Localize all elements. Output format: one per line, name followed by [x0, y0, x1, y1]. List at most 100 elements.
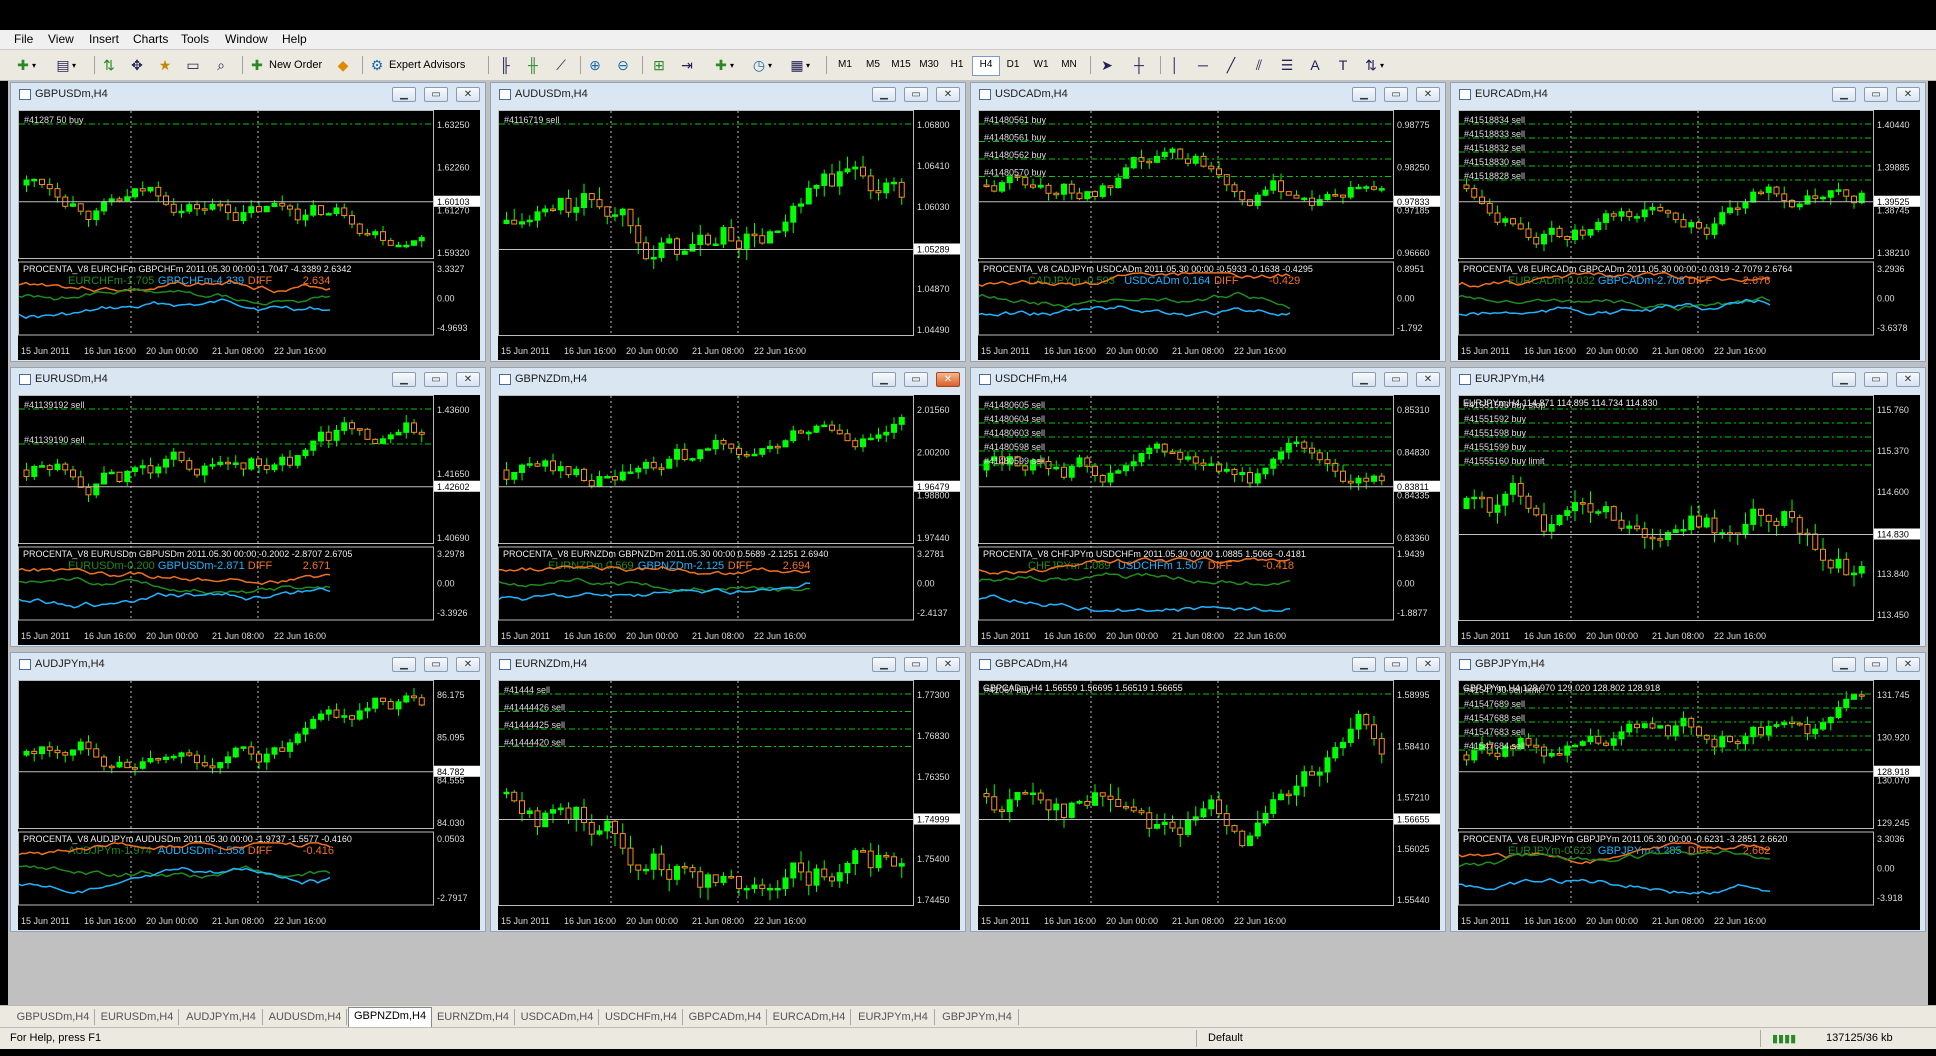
meta-editor-button[interactable]: ◆	[334, 54, 352, 76]
chart-window-titlebar[interactable]: EURJPYm,H4 ▁ ▭ ✕	[1451, 368, 1925, 392]
text-button[interactable]: A	[1306, 54, 1324, 76]
chart-window-titlebar[interactable]: GBPUSDm,H4 ▁ ▭ ✕	[11, 83, 485, 107]
cursor-button[interactable]: ➤	[1098, 54, 1116, 76]
close-button[interactable]: ✕	[1896, 87, 1920, 102]
chart-window[interactable]: EURCADm,H4 ▁ ▭ ✕ #41518834 sell #41518833 sel…	[1450, 82, 1926, 362]
chart-window-titlebar[interactable]: GBPCADm,H4 ▁ ▭ ✕	[971, 653, 1445, 677]
strategy-tester-button[interactable]: ⌕	[212, 54, 230, 76]
timeframe-w1[interactable]: W1	[1028, 56, 1054, 74]
timeframe-mn[interactable]: MN	[1056, 56, 1082, 74]
arrows-button[interactable]: ⇅ ▾	[1362, 54, 1384, 76]
chart-tab[interactable]: EURUSDm,H4	[96, 1009, 179, 1025]
menu-charts[interactable]: Charts	[133, 32, 168, 46]
minimize-button[interactable]: ▁	[1352, 657, 1376, 672]
chart-tab[interactable]: GBPCADm,H4	[684, 1009, 767, 1025]
chart-window[interactable]: GBPCADm,H4 ▁ ▭ ✕ #41067 buy GBPCADm,H4 1.5655…	[970, 652, 1446, 932]
menu-view[interactable]: View	[48, 32, 74, 46]
chart-window-titlebar[interactable]: AUDUSDm,H4 ▁ ▭ ✕	[491, 83, 965, 107]
periods-button[interactable]: ◷ ▾	[750, 54, 772, 76]
maximize-button[interactable]: ▭	[904, 657, 928, 672]
maximize-button[interactable]: ▭	[424, 87, 448, 102]
chart-tab[interactable]: AUDUSDm,H4	[264, 1009, 347, 1025]
menu-window[interactable]: Window	[225, 32, 268, 46]
auto-scroll-button[interactable]: ⇥	[678, 54, 696, 76]
bar-chart-button[interactable]: ╟	[496, 54, 514, 76]
close-button[interactable]: ✕	[936, 87, 960, 102]
close-button[interactable]: ✕	[936, 657, 960, 672]
price-chart[interactable]: #4116719 sell1.068001.064101.060301.0564…	[498, 110, 960, 360]
chart-tab[interactable]: AUDJPYm,H4	[180, 1009, 263, 1025]
maximize-button[interactable]: ▭	[1864, 372, 1888, 387]
data-window-button[interactable]: ✥	[128, 54, 146, 76]
price-chart[interactable]: #41480561 buy #41480561 buy #41480562 buy #…	[978, 110, 1440, 360]
chart-window[interactable]: GBPNZDm,H4 ▁ ▭ ✕ 2.01560 2.00200 1.98800 1.9744…	[490, 367, 966, 647]
minimize-button[interactable]: ▁	[392, 372, 416, 387]
timeframe-m5[interactable]: M5	[860, 56, 886, 74]
trendline-button[interactable]: ╱	[1222, 54, 1240, 76]
close-button[interactable]: ✕	[1416, 87, 1440, 102]
timeframe-d1[interactable]: D1	[1000, 56, 1026, 74]
chart-window-titlebar[interactable]: USDCHFm,H4 ▁ ▭ ✕	[971, 368, 1445, 392]
maximize-button[interactable]: ▭	[904, 87, 928, 102]
timeframe-m15[interactable]: M15	[888, 56, 914, 74]
price-chart[interactable]: 2.01560 2.00200 1.98800 1.97440 1.96479 PROCE…	[498, 395, 960, 645]
maximize-button[interactable]: ▭	[904, 372, 928, 387]
channel-button[interactable]: ⫽	[1250, 54, 1268, 76]
vertical-line-button[interactable]: │	[1166, 54, 1184, 76]
chart-window[interactable]: AUDUSDm,H4 ▁ ▭ ✕ #4116719 sell 1.06800 1.06410…	[490, 82, 966, 362]
zoom-out-button[interactable]: ⊖	[614, 54, 632, 76]
maximize-button[interactable]: ▭	[1384, 372, 1408, 387]
line-chart-button[interactable]: ⟋	[552, 54, 570, 76]
zoom-in-button[interactable]: ⊕	[586, 54, 604, 76]
minimize-button[interactable]: ▁	[1832, 657, 1856, 672]
chart-tab[interactable]: EURNZDm,H4	[432, 1009, 515, 1025]
minimize-button[interactable]: ▁	[1352, 87, 1376, 102]
chart-window-titlebar[interactable]: EURCADm,H4 ▁ ▭ ✕	[1451, 83, 1925, 107]
chart-window[interactable]: GBPJPYm,H4 ▁ ▭ ✕ #41547 90 sell limit #415476…	[1450, 652, 1926, 932]
timeframe-m1[interactable]: M1	[832, 56, 858, 74]
expert-advisors-button[interactable]: ⚙ Expert Advisors	[368, 54, 466, 76]
chart-window[interactable]: GBPUSDm,H4 ▁ ▭ ✕ #41287 50 buy 1.63250 1.62260…	[10, 82, 486, 362]
chart-tab[interactable]: GBPUSDm,H4	[12, 1009, 95, 1025]
profiles-button[interactable]: ▤ ▾	[54, 54, 76, 76]
maximize-button[interactable]: ▭	[424, 372, 448, 387]
chart-window-titlebar[interactable]: EURUSDm,H4 ▁ ▭ ✕	[11, 368, 485, 392]
chart-window-titlebar[interactable]: EURNZDm,H4 ▁ ▭ ✕	[491, 653, 965, 677]
chart-window[interactable]: USDCHFm,H4 ▁ ▭ ✕ #41480605 sell #41480604 sel…	[970, 367, 1446, 647]
chart-window-titlebar[interactable]: USDCADm,H4 ▁ ▭ ✕	[971, 83, 1445, 107]
price-chart[interactable]: #41518834 sell #41518833 sell #41518832 se…	[1458, 110, 1920, 360]
close-button[interactable]: ✕	[1416, 372, 1440, 387]
chart-window[interactable]: AUDJPYm,H4 ▁ ▭ ✕ 86.175 85.095 84.555 84.030 84.…	[10, 652, 486, 932]
minimize-button[interactable]: ▁	[392, 657, 416, 672]
chart-window[interactable]: EURNZDm,H4 ▁ ▭ ✕ #41444 sell #41444426 sell #4…	[490, 652, 966, 932]
menu-help[interactable]: Help	[282, 32, 307, 46]
timeframe-h4[interactable]: H4	[972, 56, 1000, 76]
chart-window[interactable]: USDCADm,H4 ▁ ▭ ✕ #41480561 buy #41480561 buy #…	[970, 82, 1446, 362]
market-watch-button[interactable]: ⇅	[100, 54, 118, 76]
indicators-button[interactable]: ✚ ▾	[712, 54, 734, 76]
maximize-button[interactable]: ▭	[1864, 657, 1888, 672]
fibonacci-button[interactable]: ☰	[1278, 54, 1296, 76]
minimize-button[interactable]: ▁	[872, 372, 896, 387]
menu-insert[interactable]: Insert	[89, 32, 119, 46]
price-chart[interactable]: #41547 90 sell limit#41547689 sell#41547…	[1458, 680, 1920, 930]
maximize-button[interactable]: ▭	[1384, 657, 1408, 672]
price-chart[interactable]: #41139192 sell #41139190 sell 1.43600 1.416…	[18, 395, 480, 645]
close-button[interactable]: ✕	[456, 657, 480, 672]
price-chart[interactable]: 86.175 85.095 84.555 84.030 84.782 PROCENTA_V…	[18, 680, 480, 930]
chart-tab[interactable]: EURJPYm,H4	[852, 1009, 935, 1025]
chart-tab[interactable]: GBPNZDm,H4	[348, 1007, 432, 1028]
maximize-button[interactable]: ▭	[424, 657, 448, 672]
minimize-button[interactable]: ▁	[1352, 372, 1376, 387]
chart-tab[interactable]: GBPJPYm,H4	[936, 1009, 1019, 1025]
text-label-button[interactable]: T	[1334, 54, 1352, 76]
crosshair-button[interactable]: ┼	[1130, 54, 1148, 76]
price-chart[interactable]: #41480605 sell #41480604 sell #41480603 se…	[978, 395, 1440, 645]
price-chart[interactable]: #41551593 buy stop#41551592 buy#41551598…	[1458, 395, 1920, 645]
close-button[interactable]: ✕	[456, 372, 480, 387]
minimize-button[interactable]: ▁	[1832, 372, 1856, 387]
minimize-button[interactable]: ▁	[872, 657, 896, 672]
templates-button[interactable]: ▦ ▾	[788, 54, 810, 76]
price-chart[interactable]: #41287 50 buy 1.63250 1.62260 1.61270 1.5932…	[18, 110, 480, 360]
price-chart[interactable]: #41067 buyGBPCADm,H4 1.56559 1.56695 1.5…	[978, 680, 1440, 930]
